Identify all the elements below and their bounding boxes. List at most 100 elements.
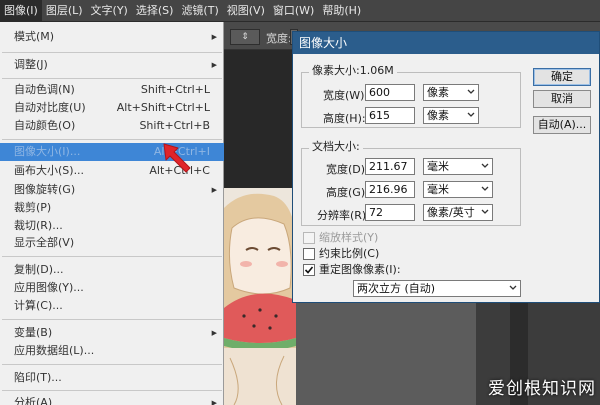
checkbox-box — [303, 248, 315, 260]
chevron-down-icon — [481, 163, 489, 168]
menu-item-adjustments[interactable]: 调整(J) ▶ — [0, 56, 224, 74]
submenu-arrow-icon: ▶ — [211, 329, 217, 337]
menu-separator — [2, 364, 222, 365]
doc-height-input[interactable]: 216.96 — [365, 181, 415, 198]
select-value: 毫米 — [427, 160, 449, 173]
dialog-title: 图像大小 — [293, 32, 599, 54]
document-size-title: 文档大小: — [309, 141, 363, 153]
image-size-dialog: 图像大小 像素大小:1.06M 宽度(W): 600 像素 高度(H): 615… — [292, 31, 600, 303]
menu-item-label: 应用数据组(L)... — [14, 344, 95, 357]
menu-item-label: 计算(C)... — [14, 299, 63, 312]
image-menu: 模式(M) ▶ 调整(J) ▶ 自动色调(N) Shift+Ctrl+L 自动对… — [0, 22, 224, 405]
pixel-height-label: 高度(H): — [323, 112, 366, 125]
shortcut-label: Alt+Shift+Ctrl+L — [116, 101, 210, 114]
select-value: 像素 — [427, 86, 449, 99]
doc-width-unit-select[interactable]: 毫米 — [423, 158, 493, 175]
pixel-width-input[interactable]: 600 — [365, 84, 415, 101]
pixel-dimensions-title: 像素大小:1.06M — [309, 65, 397, 77]
pixel-height-unit-select[interactable]: 像素 — [423, 107, 479, 124]
shortcut-label: Shift+Ctrl+B — [139, 119, 210, 132]
select-value: 毫米 — [427, 183, 449, 196]
resample-image-label: 重定图像像素(I): — [319, 263, 401, 276]
scale-styles-label: 缩放样式(Y) — [319, 231, 379, 244]
pixel-width-label: 宽度(W): — [323, 89, 369, 102]
doc-height-label: 高度(G): — [326, 186, 369, 199]
menu-bar: 图像(I) 图层(L) 文字(Y) 选择(S) 滤镜(T) 视图(V) 窗口(W… — [0, 0, 600, 22]
menu-separator — [2, 78, 222, 79]
menu-item-label: 陷印(T)... — [14, 371, 62, 384]
submenu-arrow-icon: ▶ — [211, 186, 217, 194]
menu-layer[interactable]: 图层(L) — [42, 0, 87, 22]
constrain-proportions-label: 约束比例(C) — [319, 247, 380, 260]
menu-item-label: 自动颜色(O) — [14, 119, 76, 132]
menu-item-trap[interactable]: 陷印(T)... — [0, 369, 224, 387]
menu-item-label: 分析(A) — [14, 396, 53, 405]
checkbox-box — [303, 264, 315, 276]
menu-item-label: 显示全部(V) — [14, 236, 75, 249]
menu-item-duplicate[interactable]: 复制(D)... — [0, 261, 224, 279]
menu-item-auto-color[interactable]: 自动颜色(O) Shift+Ctrl+B — [0, 117, 224, 135]
select-value: 两次立方 (自动) — [357, 282, 436, 295]
menu-item-variables[interactable]: 变量(B) ▶ — [0, 324, 224, 342]
pixel-height-input[interactable]: 615 — [365, 107, 415, 124]
select-value: 像素 — [427, 109, 449, 122]
menu-type[interactable]: 文字(Y) — [87, 0, 132, 22]
cancel-button[interactable]: 取消 — [533, 90, 591, 108]
select-value: 像素/英寸 — [427, 206, 475, 219]
menu-item-label: 模式(M) — [14, 30, 55, 43]
menu-window[interactable]: 窗口(W) — [269, 0, 318, 22]
menu-item-label: 自动对比度(U) — [14, 101, 86, 114]
submenu-arrow-icon: ▶ — [211, 61, 217, 69]
menu-item-image-rotation[interactable]: 图像旋转(G) ▶ — [0, 181, 224, 199]
menu-item-label: 裁切(R)... — [14, 219, 63, 232]
menu-image[interactable]: 图像(I) — [0, 0, 42, 22]
menu-item-reveal-all[interactable]: 显示全部(V) — [0, 234, 224, 252]
pixel-width-unit-select[interactable]: 像素 — [423, 84, 479, 101]
menu-separator — [2, 390, 222, 391]
width-label: 宽度: — [266, 32, 292, 45]
menu-item-label: 自动色调(N) — [14, 83, 75, 96]
resolution-unit-select[interactable]: 像素/英寸 — [423, 204, 493, 221]
resolution-label: 分辨率(R): — [317, 209, 370, 222]
chevron-down-icon — [467, 89, 475, 94]
menu-view[interactable]: 视图(V) — [223, 0, 269, 22]
menu-item-trim[interactable]: 裁切(R)... — [0, 217, 224, 235]
menu-separator — [2, 52, 222, 53]
submenu-arrow-icon: ▶ — [211, 33, 217, 41]
ok-button[interactable]: 确定 — [533, 68, 591, 86]
menu-separator — [2, 256, 222, 257]
options-dropdown[interactable]: ⇕ — [230, 29, 260, 45]
doc-height-unit-select[interactable]: 毫米 — [423, 181, 493, 198]
menu-item-label: 裁剪(P) — [14, 201, 52, 214]
doc-width-input[interactable]: 211.67 — [365, 158, 415, 175]
menu-item-calculations[interactable]: 计算(C)... — [0, 297, 224, 315]
menu-item-label: 画布大小(S)... — [14, 164, 85, 177]
menu-item-label: 应用图像(Y)... — [14, 281, 84, 294]
checkbox-box — [303, 232, 315, 244]
auto-button[interactable]: 自动(A)... — [533, 116, 591, 134]
canvas-image — [224, 188, 296, 405]
chevron-down-icon — [467, 112, 475, 117]
resample-method-select[interactable]: 两次立方 (自动) — [353, 280, 521, 297]
menu-item-analysis[interactable]: 分析(A) ▶ — [0, 394, 224, 405]
menu-separator — [2, 319, 222, 320]
menu-item-label: 调整(J) — [14, 58, 48, 71]
doc-width-label: 宽度(D): — [326, 163, 369, 176]
chevron-down-icon — [481, 186, 489, 191]
menu-item-apply-image[interactable]: 应用图像(Y)... — [0, 279, 224, 297]
chevron-down-icon — [481, 209, 489, 214]
watermark: 爱创根知识网 — [488, 379, 596, 399]
menu-select[interactable]: 选择(S) — [132, 0, 178, 22]
menu-item-label: 复制(D)... — [14, 263, 64, 276]
menu-filter[interactable]: 滤镜(T) — [177, 0, 222, 22]
menu-item-apply-data-set[interactable]: 应用数据组(L)... — [0, 342, 224, 360]
menu-item-mode[interactable]: 模式(M) ▶ — [0, 28, 224, 46]
resolution-input[interactable]: 72 — [365, 204, 415, 221]
menu-item-auto-tone[interactable]: 自动色调(N) Shift+Ctrl+L — [0, 81, 224, 99]
menu-item-crop[interactable]: 裁剪(P) — [0, 199, 224, 217]
menu-help[interactable]: 帮助(H) — [318, 0, 365, 22]
checkmark-icon — [304, 266, 314, 274]
shortcut-label: Shift+Ctrl+L — [140, 83, 210, 96]
chevron-down-icon — [509, 285, 517, 290]
menu-item-auto-contrast[interactable]: 自动对比度(U) Alt+Shift+Ctrl+L — [0, 99, 224, 117]
